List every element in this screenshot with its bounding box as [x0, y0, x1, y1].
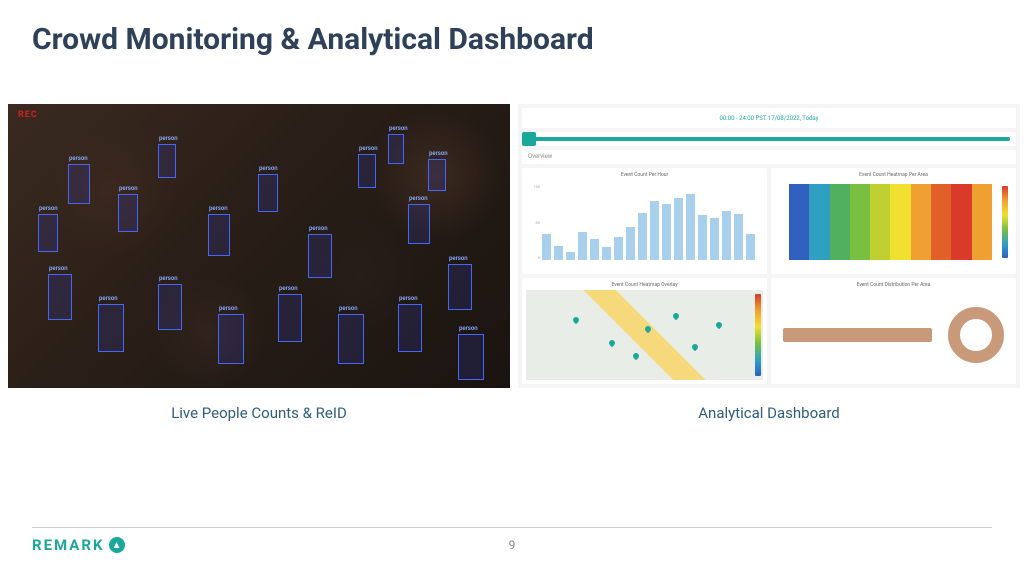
detection-box: person — [208, 214, 230, 256]
rec-badge: REC — [18, 110, 38, 120]
left-panel: REC person person person person person p… — [8, 104, 510, 422]
detection-box: person — [308, 234, 332, 278]
detection-box: person — [278, 294, 302, 342]
dashboard-frame: 00:00 - 24:00 PST 17/08/2022, Today Over… — [518, 104, 1020, 388]
dashboard-overview-label: Overview — [522, 150, 1016, 164]
detection-box: person — [158, 144, 176, 178]
card-title: Event Count Distribution Per Area — [775, 282, 1012, 288]
bar-chart: 160800 — [526, 180, 763, 270]
dashboard-grid: Event Count Per Hour 160800 — [522, 168, 1016, 384]
map-legend — [755, 294, 761, 376]
detection-box: person — [458, 334, 484, 380]
heatmap-legend — [1002, 186, 1008, 258]
detection-box: person — [358, 154, 376, 188]
card-heatmap: Event Count Heatmap Per Area — [771, 168, 1016, 274]
brand-logo: REMARK — [32, 536, 125, 554]
distribution-row — [775, 290, 1012, 380]
timeline-bar — [528, 137, 1010, 141]
crowd-video-frame: REC person person person person person p… — [8, 104, 510, 388]
detection-box: person — [388, 134, 404, 164]
card-distribution: Event Count Distribution Per Area — [771, 278, 1016, 384]
right-caption: Analytical Dashboard — [619, 404, 919, 422]
detection-box: person — [218, 314, 244, 364]
footer: REMARK 9 — [32, 527, 992, 554]
detection-box: person — [38, 214, 58, 252]
detection-box: person — [68, 164, 90, 204]
detection-box: person — [448, 264, 472, 310]
dashboard-date-header: 00:00 - 24:00 PST 17/08/2022, Today — [522, 108, 1016, 128]
left-caption: Live People Counts & ReID — [109, 404, 409, 422]
dashboard-sidebar-toggle — [522, 132, 536, 146]
right-panel: 00:00 - 24:00 PST 17/08/2022, Today Over… — [518, 104, 1020, 422]
distribution-bar — [783, 328, 932, 342]
crowd-scene: REC person person person person person p… — [8, 104, 510, 388]
card-title: Event Count Heatmap Per Area — [775, 172, 1012, 178]
detection-box: person — [48, 274, 72, 320]
detection-box: person — [408, 204, 430, 244]
brand-text: REMARK — [32, 536, 105, 554]
detection-box: person — [398, 304, 422, 352]
page-number: 9 — [509, 538, 516, 552]
dashboard-scene: 00:00 - 24:00 PST 17/08/2022, Today Over… — [518, 104, 1020, 388]
detection-box: person — [428, 159, 446, 191]
card-title: Event Count Heatmap Overlay — [526, 282, 763, 288]
page-title: Crowd Monitoring & Analytical Dashboard — [32, 22, 594, 57]
detection-box: person — [98, 304, 124, 352]
dashboard-timeline — [522, 132, 1016, 146]
map-overlay — [526, 290, 763, 380]
bar-y-axis: 160800 — [528, 184, 540, 260]
detection-box: person — [338, 314, 364, 364]
brand-mark-icon — [109, 537, 125, 553]
detection-box: person — [158, 284, 182, 330]
detection-box: person — [258, 174, 278, 212]
card-bar-chart: Event Count Per Hour 160800 — [522, 168, 767, 274]
detection-box: person — [118, 194, 138, 232]
distribution-donut — [948, 307, 1004, 363]
card-map: Event Count Heatmap Overlay — [522, 278, 767, 384]
content-row: REC person person person person person p… — [8, 104, 1016, 422]
heatmap — [775, 180, 1012, 270]
card-title: Event Count Per Hour — [526, 172, 763, 178]
